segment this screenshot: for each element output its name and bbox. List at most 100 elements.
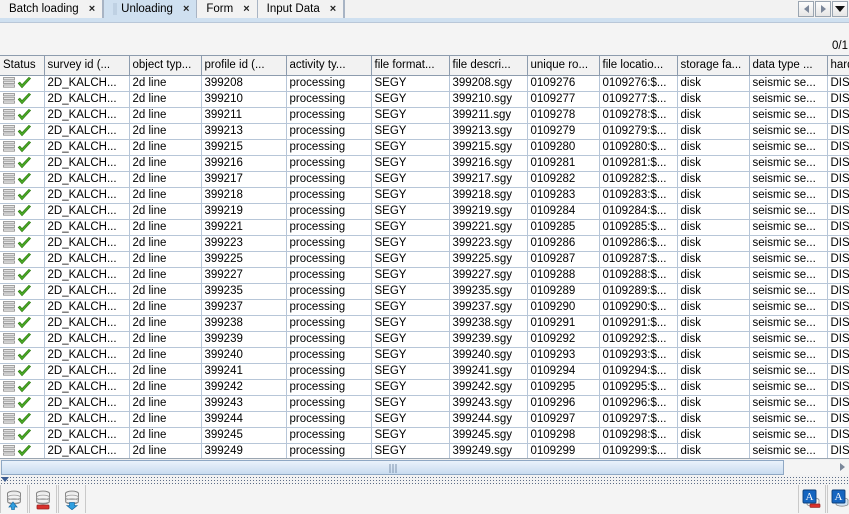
cell-file-description[interactable]: 399237.sgy (449, 299, 528, 316)
table-row[interactable]: 2D_KALCH... 2d line 399211 processing SEGY 39… (0, 107, 849, 124)
cell-file-location[interactable]: 0109281:$... (599, 155, 678, 172)
cell-profile-id[interactable]: 399242 (201, 379, 287, 396)
cell-file-format[interactable]: SEGY (371, 299, 450, 316)
cell-file-format[interactable]: SEGY (371, 411, 450, 428)
cell-hardcopy[interactable]: DISK (827, 331, 849, 348)
table-row[interactable]: 2D_KALCH... 2d line 399244 processing SEGY 39… (0, 411, 849, 428)
cell-status[interactable] (0, 171, 45, 188)
cell-hardcopy[interactable]: DISK (827, 203, 849, 220)
cell-profile-id[interactable]: 399208 (201, 75, 287, 92)
cell-file-location[interactable]: 0109285:$... (599, 219, 678, 236)
table-row[interactable]: 2D_KALCH... 2d line 399243 processing SEGY 39… (0, 395, 849, 412)
cell-data-type[interactable]: seismic se... (749, 123, 828, 140)
cell-object-type[interactable]: 2d line (129, 363, 202, 380)
cell-hardcopy[interactable]: DISK (827, 411, 849, 428)
table-row[interactable]: 2D_KALCH... 2d line 399219 processing SEGY 39… (0, 203, 849, 220)
column-header-activity-type[interactable]: activity ty... (286, 56, 372, 76)
horizontal-scrollbar-thumb[interactable] (1, 459, 784, 475)
cell-file-description[interactable]: 399225.sgy (449, 251, 528, 268)
cell-storage-facility[interactable]: disk (677, 363, 750, 380)
cell-file-description[interactable]: 399208.sgy (449, 75, 528, 92)
cell-activity-type[interactable]: processing (286, 171, 372, 188)
cell-status[interactable] (0, 331, 45, 348)
tab-input-data[interactable]: Input Data × (257, 0, 345, 18)
cell-data-type[interactable]: seismic se... (749, 379, 828, 396)
cell-survey-id[interactable]: 2D_KALCH... (44, 395, 130, 412)
cell-file-description[interactable]: 399239.sgy (449, 331, 528, 348)
cell-file-description[interactable]: 399221.sgy (449, 219, 528, 236)
cell-status[interactable] (0, 363, 45, 380)
tab-prev-button[interactable] (798, 1, 814, 17)
cell-unique-row[interactable]: 0109287 (527, 251, 600, 268)
table-row[interactable]: 2D_KALCH... 2d line 399221 processing SEGY 39… (0, 219, 849, 236)
table-row[interactable]: 2D_KALCH... 2d line 399242 processing SEGY 39… (0, 379, 849, 396)
cell-storage-facility[interactable]: disk (677, 347, 750, 364)
cell-profile-id[interactable]: 399249 (201, 443, 287, 458)
cell-data-type[interactable]: seismic se... (749, 427, 828, 444)
cell-file-description[interactable]: 399216.sgy (449, 155, 528, 172)
cell-unique-row[interactable]: 0109283 (527, 187, 600, 204)
column-header-survey-id[interactable]: survey id (... (44, 56, 130, 76)
close-icon[interactable]: × (243, 3, 249, 15)
cell-file-description[interactable]: 399210.sgy (449, 91, 528, 108)
cell-hardcopy[interactable]: DISK (827, 363, 849, 380)
cell-status[interactable] (0, 139, 45, 156)
table-row[interactable]: 2D_KALCH... 2d line 399239 processing SEGY 39… (0, 331, 849, 348)
cell-object-type[interactable]: 2d line (129, 91, 202, 108)
table-row[interactable]: 2D_KALCH... 2d line 399223 processing SEGY 39… (0, 235, 849, 252)
cell-file-description[interactable]: 399218.sgy (449, 187, 528, 204)
cell-data-type[interactable]: seismic se... (749, 139, 828, 156)
cell-object-type[interactable]: 2d line (129, 187, 202, 204)
table-row[interactable]: 2D_KALCH... 2d line 399238 processing SEGY 39… (0, 315, 849, 332)
cell-file-description[interactable]: 399242.sgy (449, 379, 528, 396)
cell-storage-facility[interactable]: disk (677, 427, 750, 444)
cell-file-format[interactable]: SEGY (371, 107, 450, 124)
cell-survey-id[interactable]: 2D_KALCH... (44, 171, 130, 188)
cell-survey-id[interactable]: 2D_KALCH... (44, 139, 130, 156)
cell-hardcopy[interactable]: DISK (827, 443, 849, 458)
cell-object-type[interactable]: 2d line (129, 283, 202, 300)
cell-storage-facility[interactable]: disk (677, 219, 750, 236)
cell-unique-row[interactable]: 0109296 (527, 395, 600, 412)
table-row[interactable]: 2D_KALCH... 2d line 399237 processing SEGY 39… (0, 299, 849, 316)
cell-object-type[interactable]: 2d line (129, 251, 202, 268)
horizontal-scrollbar-track[interactable] (784, 459, 835, 475)
cell-profile-id[interactable]: 399216 (201, 155, 287, 172)
cell-data-type[interactable]: seismic se... (749, 203, 828, 220)
cell-file-description[interactable]: 399219.sgy (449, 203, 528, 220)
cell-unique-row[interactable]: 0109289 (527, 283, 600, 300)
cell-activity-type[interactable]: processing (286, 283, 372, 300)
cell-object-type[interactable]: 2d line (129, 299, 202, 316)
column-header-file-location[interactable]: file locatio... (599, 56, 678, 76)
cell-file-format[interactable]: SEGY (371, 123, 450, 140)
cell-status[interactable] (0, 411, 45, 428)
cell-profile-id[interactable]: 399221 (201, 219, 287, 236)
cell-file-description[interactable]: 399249.sgy (449, 443, 528, 458)
cell-hardcopy[interactable]: DISK (827, 107, 849, 124)
cell-storage-facility[interactable]: disk (677, 299, 750, 316)
cell-activity-type[interactable]: processing (286, 395, 372, 412)
cell-object-type[interactable]: 2d line (129, 139, 202, 156)
cell-object-type[interactable]: 2d line (129, 107, 202, 124)
cell-object-type[interactable]: 2d line (129, 315, 202, 332)
cell-activity-type[interactable]: processing (286, 107, 372, 124)
cell-profile-id[interactable]: 399244 (201, 411, 287, 428)
cell-survey-id[interactable]: 2D_KALCH... (44, 363, 130, 380)
cell-object-type[interactable]: 2d line (129, 379, 202, 396)
scroll-right-button[interactable] (835, 459, 849, 475)
cell-status[interactable] (0, 219, 45, 236)
close-icon[interactable]: × (330, 3, 336, 15)
cell-unique-row[interactable]: 0109288 (527, 267, 600, 284)
cell-object-type[interactable]: 2d line (129, 123, 202, 140)
cell-hardcopy[interactable]: DISK (827, 139, 849, 156)
cell-profile-id[interactable]: 399239 (201, 331, 287, 348)
cell-object-type[interactable]: 2d line (129, 155, 202, 172)
cell-status[interactable] (0, 443, 45, 458)
table-row[interactable]: 2D_KALCH... 2d line 399210 processing SEGY 39… (0, 91, 849, 108)
cell-status[interactable] (0, 347, 45, 364)
cell-hardcopy[interactable]: DISK (827, 155, 849, 172)
cell-file-location[interactable]: 0109298:$... (599, 427, 678, 444)
cell-storage-facility[interactable]: disk (677, 155, 750, 172)
cell-data-type[interactable]: seismic se... (749, 107, 828, 124)
cell-activity-type[interactable]: processing (286, 123, 372, 140)
